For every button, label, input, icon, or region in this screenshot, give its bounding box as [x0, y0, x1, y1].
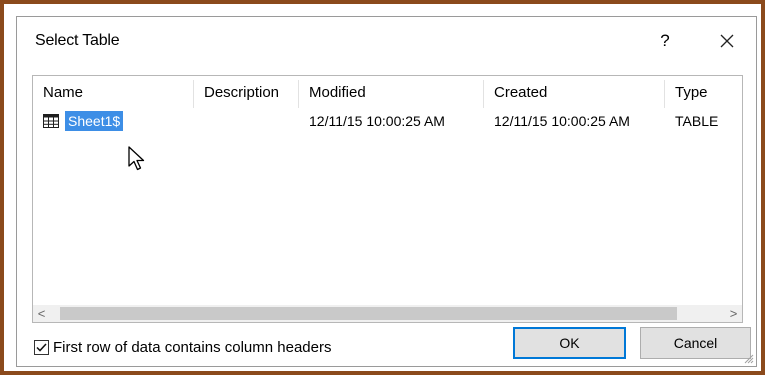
dialog-title: Select Table	[35, 32, 120, 49]
row-created-cell: 12/11/15 10:00:25 AM	[494, 113, 630, 129]
column-header-row: Name Description Modified Created Type	[33, 76, 742, 110]
scroll-left-button[interactable]: <	[33, 305, 50, 322]
checkmark-icon	[36, 343, 47, 352]
ok-button[interactable]: OK	[513, 327, 626, 359]
resize-grip-icon[interactable]	[744, 354, 754, 364]
first-row-headers-label[interactable]: First row of data contains column header…	[53, 339, 331, 356]
table-list[interactable]: Name Description Modified Created Type S…	[32, 75, 743, 323]
row-modified-cell: 12/11/15 10:00:25 AM	[309, 113, 445, 129]
column-header-modified[interactable]: Modified	[299, 76, 483, 110]
select-table-dialog: Select Table ? Name Description Modified…	[16, 16, 757, 367]
close-icon	[720, 34, 734, 48]
column-header-name[interactable]: Name	[33, 76, 193, 110]
cancel-button[interactable]: Cancel	[640, 327, 751, 359]
row-name-cell[interactable]: Sheet1$	[43, 111, 124, 131]
table-grid-icon	[43, 114, 59, 128]
row-type-cell: TABLE	[675, 113, 719, 129]
first-row-headers-option[interactable]: First row of data contains column header…	[34, 339, 331, 356]
screenshot-frame: Select Table ? Name Description Modified…	[0, 0, 765, 375]
column-header-created[interactable]: Created	[484, 76, 664, 110]
scroll-right-button[interactable]: >	[725, 305, 742, 322]
table-row[interactable]: Sheet1$ 12/11/15 10:00:25 AM 12/11/15 10…	[33, 110, 742, 132]
first-row-headers-checkbox[interactable]	[34, 340, 49, 355]
mouse-pointer-icon	[128, 146, 145, 171]
horizontal-scrollbar[interactable]: < >	[33, 305, 742, 322]
close-button[interactable]	[715, 29, 739, 53]
help-button[interactable]: ?	[655, 29, 675, 53]
column-header-description[interactable]: Description	[194, 76, 298, 110]
scroll-thumb[interactable]	[60, 307, 677, 320]
row-name-text[interactable]: Sheet1$	[65, 111, 124, 131]
column-header-type[interactable]: Type	[665, 76, 742, 110]
